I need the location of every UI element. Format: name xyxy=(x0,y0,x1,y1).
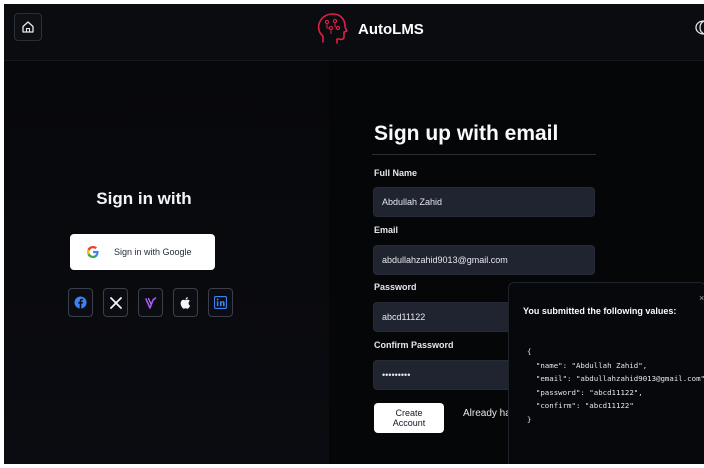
toast-title: You submitted the following values: xyxy=(523,306,677,316)
top-bar: AutoLMS xyxy=(4,4,704,61)
create-account-button[interactable]: Create Account xyxy=(374,403,444,433)
divider xyxy=(372,154,596,155)
google-icon xyxy=(87,246,99,258)
signup-title: Sign up with email xyxy=(374,122,559,145)
apple-icon xyxy=(180,297,190,309)
linkedin-button[interactable] xyxy=(208,288,233,317)
brain-head-icon xyxy=(317,13,348,44)
brand[interactable]: AutoLMS xyxy=(314,12,424,46)
google-signin-button[interactable]: Sign in with Google xyxy=(70,234,215,270)
home-icon xyxy=(22,21,34,33)
home-button[interactable] xyxy=(14,13,42,41)
social-provider-row xyxy=(68,288,233,317)
app-frame: AutoLMS Sign in with Sign in with Google xyxy=(4,4,704,464)
close-icon[interactable]: × xyxy=(699,293,704,303)
facebook-button[interactable] xyxy=(68,288,93,317)
x-icon xyxy=(109,296,122,309)
email-label: Email xyxy=(374,225,399,235)
submission-toast: × You submitted the following values: { … xyxy=(508,282,704,464)
linkedin-icon xyxy=(214,296,227,309)
password-label: Password xyxy=(374,282,417,292)
facebook-icon xyxy=(74,296,87,309)
google-signin-label: Sign in with Google xyxy=(114,247,192,257)
full-name-label: Full Name xyxy=(374,168,418,178)
confirm-password-label: Confirm Password xyxy=(374,340,454,350)
moon-icon[interactable] xyxy=(692,18,704,36)
vercel-icon xyxy=(144,296,156,309)
submitted-values-code: { "name": "Abdullah Zahid", "email": "ab… xyxy=(527,347,704,424)
sign-in-heading: Sign in with xyxy=(96,189,192,208)
vercel-button[interactable] xyxy=(138,288,163,317)
x-button[interactable] xyxy=(103,288,128,317)
email-field[interactable] xyxy=(373,245,595,275)
full-name-field[interactable] xyxy=(373,187,595,217)
brand-name: AutoLMS xyxy=(358,20,424,38)
apple-button[interactable] xyxy=(173,288,198,317)
